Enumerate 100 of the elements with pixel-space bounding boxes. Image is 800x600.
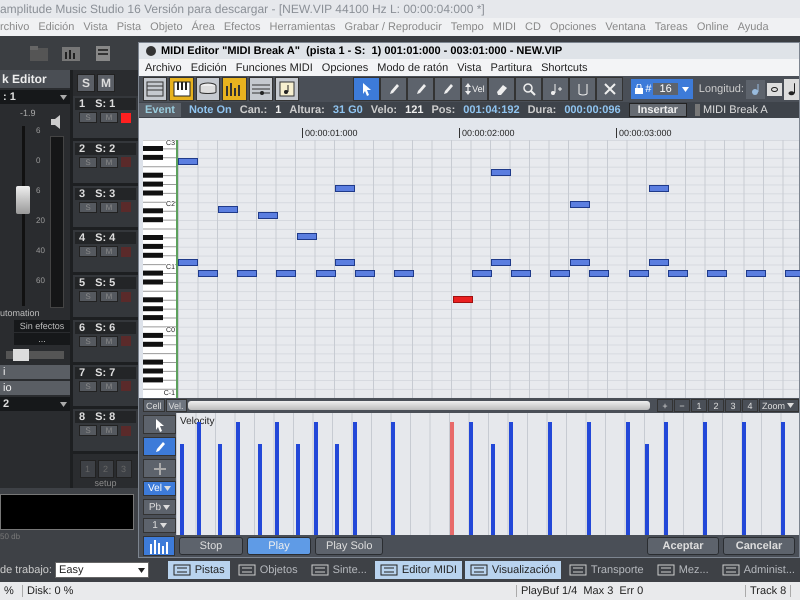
midi-note[interactable] <box>589 270 610 277</box>
track-dropdown[interactable]: : 1 <box>0 90 70 104</box>
selected-midi-note[interactable] <box>452 296 473 303</box>
velocity-editor[interactable]: Velocity <box>176 413 799 535</box>
effects-more-button[interactable]: ... <box>14 333 70 345</box>
velocity-bar[interactable] <box>702 422 707 535</box>
menu-item[interactable]: Funciones MIDI <box>236 62 313 74</box>
controller-tab[interactable]: Vel. <box>166 399 187 412</box>
taskbar-tab[interactable]: Editor MIDI <box>374 561 462 579</box>
menu-item[interactable]: Vista <box>457 62 482 74</box>
midi-note[interactable] <box>550 270 570 277</box>
taskbar-tab[interactable]: Mez... <box>652 561 714 579</box>
velocity-bar[interactable] <box>353 422 358 535</box>
workspace-dropdown[interactable]: Easy <box>54 562 149 578</box>
pitch-value[interactable]: 31 G0 <box>332 104 363 116</box>
menu-item[interactable]: Herramientas <box>270 21 336 33</box>
velocity-bar[interactable] <box>644 444 649 535</box>
menu-item[interactable]: Shortcuts <box>541 62 588 74</box>
velocity-bar[interactable] <box>391 422 396 535</box>
transport-button[interactable]: Play <box>247 537 311 555</box>
pointer-tool-button[interactable] <box>143 415 176 434</box>
eraser-tool-button[interactable] <box>488 77 516 101</box>
section-header[interactable]: io <box>0 381 70 395</box>
velocity-bar[interactable] <box>258 444 262 535</box>
velocity-view-button[interactable] <box>143 536 175 556</box>
plus-tool-button[interactable] <box>143 459 176 478</box>
horizontal-scrollbar[interactable] <box>188 401 650 410</box>
menu-item[interactable]: Área <box>192 21 215 33</box>
zoom-step-button[interactable]: − <box>674 399 690 412</box>
midi-note[interactable] <box>198 270 218 277</box>
midi-note[interactable] <box>707 270 728 277</box>
midi-note[interactable] <box>316 270 336 277</box>
multi-tool-button[interactable] <box>434 77 462 101</box>
menu-item[interactable]: Tareas <box>654 21 688 33</box>
zoom-step-button[interactable]: 3 <box>725 399 741 412</box>
velocity-bar[interactable] <box>490 444 494 535</box>
velocity-bar[interactable] <box>236 422 240 535</box>
noteplus-tool-button[interactable] <box>542 77 570 101</box>
velocity-bar[interactable] <box>626 422 630 535</box>
menu-item[interactable]: Grabar / Reproducir <box>344 21 442 33</box>
midi-note[interactable] <box>218 206 238 213</box>
midi-note[interactable] <box>394 270 414 277</box>
velocity-bar[interactable] <box>780 422 785 535</box>
menu-item[interactable]: Vista <box>83 21 108 33</box>
menu-item[interactable]: Edición <box>38 21 74 33</box>
velocity-bar[interactable] <box>469 422 474 535</box>
midi-note[interactable] <box>649 259 670 266</box>
score-view-button[interactable] <box>248 77 273 101</box>
dialog-button[interactable]: Cancelar <box>723 537 795 555</box>
tie-tool-button[interactable] <box>569 77 596 101</box>
vel-tool-button[interactable]: Vel <box>461 77 488 101</box>
menu-item[interactable]: rchivo <box>0 21 30 33</box>
taskbar-tab[interactable]: Sinte... <box>306 561 372 579</box>
pan-slider-handle[interactable] <box>12 349 28 361</box>
bars-view-button[interactable] <box>222 77 247 101</box>
midi-note[interactable] <box>236 270 257 277</box>
velocity-bar[interactable] <box>548 422 552 535</box>
dropdown[interactable]: 2 <box>0 397 70 411</box>
menu-item[interactable]: Ayuda <box>738 21 769 33</box>
velocity-bar[interactable] <box>218 444 222 535</box>
quantize-dropdown[interactable]: # 16 <box>631 79 693 99</box>
menu-item[interactable]: Online <box>696 21 729 33</box>
zoom-tool-button[interactable] <box>515 77 542 101</box>
menu-item[interactable]: Efectos <box>224 21 261 33</box>
dialog-button[interactable]: Aceptar <box>647 537 719 555</box>
transport-button[interactable]: Play Solo <box>315 537 384 555</box>
menu-item[interactable]: Partitura <box>490 62 532 74</box>
midi-note[interactable] <box>649 185 670 192</box>
list-view-button[interactable] <box>143 77 168 101</box>
midi-note[interactable] <box>354 270 375 277</box>
taskbar-tab[interactable]: Administ... <box>716 561 800 579</box>
midi-note[interactable] <box>258 212 278 219</box>
pencil-tool-button[interactable] <box>380 77 408 101</box>
menu-item[interactable]: Objeto <box>150 21 183 33</box>
velocity-bar[interactable] <box>335 444 340 535</box>
midi-note[interactable] <box>570 201 590 208</box>
duration-value[interactable]: 000:00:096 <box>564 104 621 116</box>
midi-note[interactable] <box>511 270 532 277</box>
menu-item[interactable]: Archivo <box>145 62 182 74</box>
menu-item[interactable]: Modo de ratón <box>377 62 448 74</box>
zoom-step-button[interactable]: 4 <box>742 399 758 412</box>
midi-note[interactable] <box>491 169 512 176</box>
controller-dropdown[interactable]: Pb <box>143 499 176 515</box>
midi-note[interactable] <box>746 270 766 277</box>
menu-item[interactable]: MIDI <box>492 21 516 33</box>
midi-note[interactable] <box>629 270 650 277</box>
section-header[interactable]: i <box>0 365 70 379</box>
menu-item[interactable]: CD <box>525 21 541 33</box>
taskbar-tab[interactable]: Pistas <box>168 561 230 579</box>
midi-note[interactable] <box>276 270 296 277</box>
transport-button[interactable]: Stop <box>179 537 243 555</box>
channel-value[interactable]: 1 <box>275 104 282 116</box>
midi-note[interactable] <box>334 185 355 192</box>
line-tool-button[interactable] <box>407 77 434 101</box>
midi-note[interactable] <box>472 270 492 277</box>
cell-tab[interactable]: Cell <box>143 399 165 412</box>
menu-item[interactable]: Ventana <box>605 21 646 33</box>
menu-item[interactable]: Opciones <box>550 21 596 33</box>
menu-item[interactable]: Pista <box>116 21 142 33</box>
sheet-view-button[interactable] <box>274 77 300 101</box>
